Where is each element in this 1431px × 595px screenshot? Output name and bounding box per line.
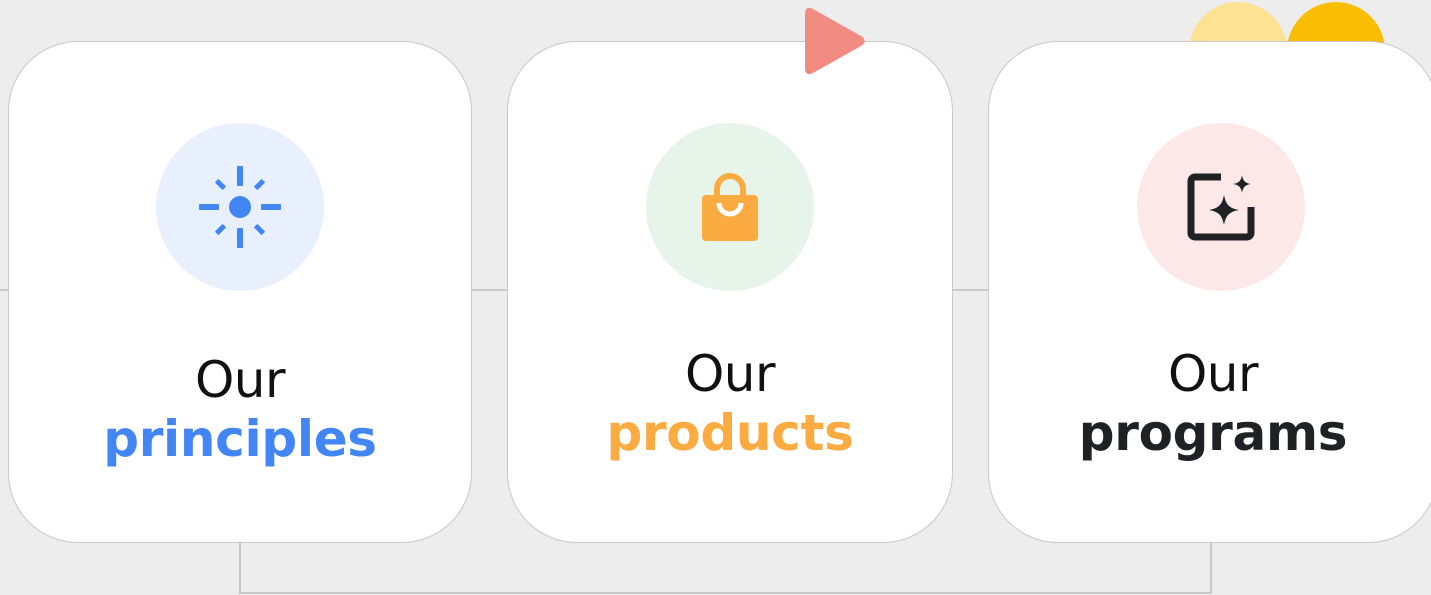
shopping-bag-icon (702, 173, 758, 241)
card-title-line2: products (606, 404, 854, 462)
sun-spark-icon (199, 166, 281, 248)
card-title-line1: Our (1167, 345, 1259, 403)
decorative-play-triangle-icon (805, 7, 865, 75)
card-products[interactable]: Our products (507, 41, 953, 543)
card-title-line2: programs (1078, 404, 1348, 462)
connector-bottom-horizontal (239, 592, 1212, 594)
connector-between-1-2 (470, 289, 510, 291)
connector-bottom-right-vertical (1210, 542, 1212, 594)
card-title-line1: Our (684, 345, 776, 403)
connector-between-2-3 (951, 289, 991, 291)
card-title-products: Our products (508, 349, 952, 458)
icon-circle-principles (156, 123, 324, 291)
icon-circle-programs (1137, 123, 1305, 291)
card-title-line2: principles (103, 410, 377, 468)
card-programs[interactable]: Our programs (988, 41, 1431, 543)
card-title-line1: Our (194, 351, 286, 409)
stage: Our principles Our products Our programs (0, 0, 1431, 595)
sparkle-frame-icon (1187, 173, 1255, 241)
connector-bottom-left-vertical (239, 542, 241, 594)
card-title-principles: Our principles (9, 355, 471, 464)
icon-circle-products (646, 123, 814, 291)
card-principles[interactable]: Our principles (8, 41, 472, 543)
card-title-programs: Our programs (989, 349, 1431, 458)
